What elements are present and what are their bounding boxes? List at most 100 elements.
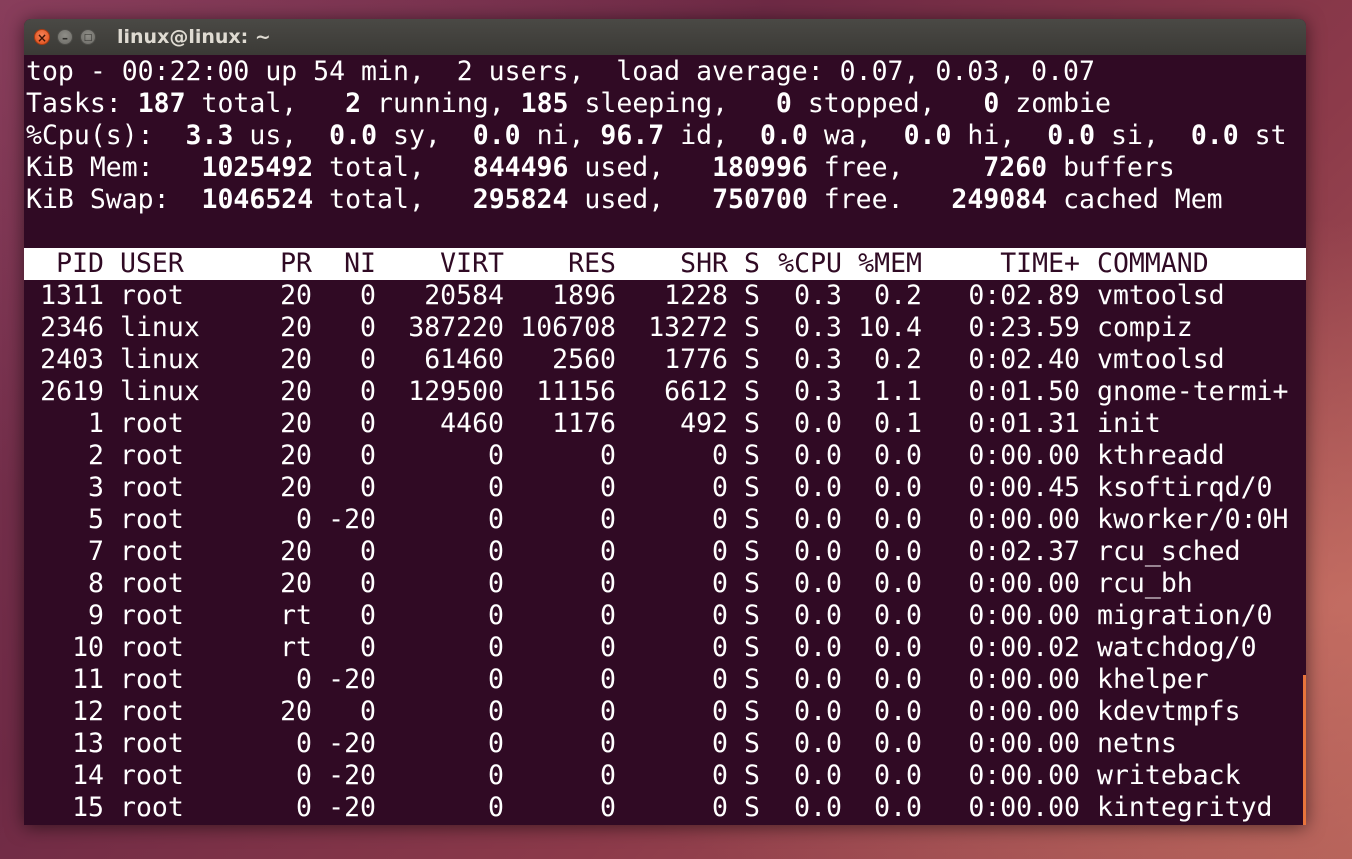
cell-cpu: 0.3 — [794, 344, 842, 375]
col-mem[interactable]: %MEM — [850, 248, 922, 280]
cell-ni: 0 — [360, 472, 376, 503]
cell-time: 0:00.02 — [968, 632, 1080, 663]
process-row[interactable]: 9 root rt 0 0 0 0 S 0.0 0.0 0:00.00 migration/0 — [24, 600, 1306, 632]
col-cpu[interactable]: %CPU — [772, 248, 842, 280]
cell-command: writeback — [1097, 760, 1241, 791]
process-row[interactable]: 10 root rt 0 0 0 0 S 0.0 0.0 0:00.02 watchdog/0 — [24, 632, 1306, 664]
cell-ni: -20 — [328, 664, 376, 695]
tasks-total: 187 — [137, 88, 186, 119]
terminal-content[interactable]: top - 00:22:00 up 54 min, 2 users, load … — [24, 55, 1306, 825]
cell-pr: 20 — [280, 536, 312, 567]
cell-ni: 0 — [360, 408, 376, 439]
cell-s: S — [744, 344, 760, 375]
cell-virt: 0 — [488, 568, 504, 599]
scrollbar-indicator[interactable] — [1303, 675, 1306, 825]
cell-pr: 20 — [280, 376, 312, 407]
process-row[interactable]: 8 root 20 0 0 0 0 S 0.0 0.0 0:00.00 rcu_bh — [24, 568, 1306, 600]
cell-ni: 0 — [360, 344, 376, 375]
tasks-zombie: 0 — [983, 88, 1000, 119]
process-row[interactable]: 2403 linux 20 0 61460 2560 1776 S 0.3 0.2 0:02.40 v… — [24, 344, 1306, 376]
cell-pid: 1311 — [40, 280, 104, 311]
cell-cpu: 0.3 — [794, 376, 842, 407]
cpu-sy: 0.0 — [329, 120, 378, 151]
cell-pid: 2346 — [40, 312, 104, 343]
process-row[interactable]: 1311 root 20 0 20584 1896 1228 S 0.3 0.2 0:02.89 vm… — [24, 280, 1306, 312]
cell-user: root — [120, 536, 184, 567]
col-s[interactable]: S — [744, 248, 764, 280]
maximize-icon[interactable]: □ — [80, 29, 96, 45]
cell-virt: 129500 — [408, 376, 504, 407]
cpu-sy-label: sy, — [377, 120, 473, 151]
tasks-label: Tasks: — [26, 88, 138, 119]
cell-time: 0:00.00 — [968, 440, 1080, 471]
cell-command: kdevtmpfs — [1097, 696, 1241, 727]
col-virt[interactable]: VIRT — [394, 248, 504, 280]
col-user[interactable]: USER — [120, 248, 250, 280]
cell-mem: 1.1 — [874, 376, 922, 407]
cell-s: S — [744, 696, 760, 727]
cpu-hi: 0.0 — [903, 120, 952, 151]
close-icon[interactable]: × — [34, 29, 50, 45]
process-row[interactable]: 3 root 20 0 0 0 0 S 0.0 0.0 0:00.45 ksoftirqd/0 — [24, 472, 1306, 504]
cell-virt: 0 — [488, 728, 504, 759]
cpu-id-label: id, — [664, 120, 760, 151]
col-time[interactable]: TIME+ — [954, 248, 1080, 280]
cell-pr: 0 — [296, 728, 312, 759]
cell-mem: 0.0 — [874, 600, 922, 631]
cell-pid: 11 — [72, 664, 104, 695]
process-table-header: PID USER PR NI VIRT RES SHR S %CPU %MEM … — [24, 248, 1306, 280]
cell-mem: 0.0 — [874, 536, 922, 567]
cpu-id: 96.7 — [600, 120, 665, 151]
cell-user: root — [120, 632, 184, 663]
mem-free-label: free, — [807, 152, 984, 183]
col-ni[interactable]: NI — [324, 248, 376, 280]
col-pid[interactable]: PID — [24, 248, 104, 280]
col-shr[interactable]: SHR — [620, 248, 728, 280]
process-row[interactable]: 5 root 0 -20 0 0 0 S 0.0 0.0 0:00.00 kworker/0:0H — [24, 504, 1306, 536]
cell-virt: 0 — [488, 472, 504, 503]
cell-time: 0:00.00 — [968, 728, 1080, 759]
cell-virt: 20584 — [424, 280, 504, 311]
tasks-running-label: running, — [361, 88, 521, 119]
cell-shr: 0 — [712, 472, 728, 503]
cell-mem: 0.0 — [874, 792, 922, 823]
cell-pr: 20 — [280, 440, 312, 471]
process-row[interactable]: 13 root 0 -20 0 0 0 S 0.0 0.0 0:00.00 netns — [24, 728, 1306, 760]
process-row[interactable]: 1 root 20 0 4460 1176 492 S 0.0 0.1 0:01.31 init — [24, 408, 1306, 440]
cell-s: S — [744, 792, 760, 823]
summary-tasks-line: Tasks: 187 total, 2 running, 185 sleepin… — [26, 88, 1111, 120]
col-command[interactable]: COMMAND — [1097, 248, 1297, 280]
process-row[interactable]: 2 root 20 0 0 0 0 S 0.0 0.0 0:00.00 kthreadd — [24, 440, 1306, 472]
process-row[interactable]: 15 root 0 -20 0 0 0 S 0.0 0.0 0:00.00 kintegrityd — [24, 792, 1306, 824]
cell-command: khelper — [1097, 664, 1209, 695]
col-pr[interactable]: PR — [264, 248, 312, 280]
process-row[interactable]: 7 root 20 0 0 0 0 S 0.0 0.0 0:02.37 rcu_sched — [24, 536, 1306, 568]
minimize-icon[interactable]: – — [57, 29, 73, 45]
cell-pr: 0 — [296, 792, 312, 823]
cell-pr: 0 — [296, 664, 312, 695]
process-row[interactable]: 11 root 0 -20 0 0 0 S 0.0 0.0 0:00.00 khelper — [24, 664, 1306, 696]
col-res[interactable]: RES — [506, 248, 616, 280]
cell-user: linux — [120, 376, 200, 407]
cell-user: root — [120, 472, 184, 503]
terminal-window[interactable]: × – □ linux@linux: ~ top - 00:22:00 up 5… — [24, 19, 1306, 825]
cell-time: 0:02.37 — [968, 536, 1080, 567]
cell-shr: 0 — [712, 696, 728, 727]
process-row[interactable]: 2619 linux 20 0 129500 11156 6612 S 0.3 1.1 0:01.5… — [24, 376, 1306, 408]
cell-pid: 14 — [72, 760, 104, 791]
cell-cpu: 0.0 — [794, 792, 842, 823]
cell-pid: 13 — [72, 728, 104, 759]
cell-pid: 15 — [72, 792, 104, 823]
cell-time: 0:01.50 — [968, 376, 1080, 407]
process-row[interactable]: 12 root 20 0 0 0 0 S 0.0 0.0 0:00.00 kdevtmpfs — [24, 696, 1306, 728]
process-row[interactable]: 2346 linux 20 0 387220 106708 13272 S 0.3 10.4 0:2… — [24, 312, 1306, 344]
title-bar[interactable]: × – □ linux@linux: ~ — [24, 19, 1306, 56]
cell-mem: 0.2 — [874, 344, 922, 375]
cell-pr: 20 — [280, 472, 312, 503]
cell-virt: 4460 — [440, 408, 504, 439]
cpu-us: 3.3 — [185, 120, 234, 151]
cell-res: 1896 — [552, 280, 616, 311]
cpu-ni-label: ni, — [520, 120, 601, 151]
process-row[interactable]: 14 root 0 -20 0 0 0 S 0.0 0.0 0:00.00 writeback — [24, 760, 1306, 792]
cell-command: kworker/0:0H — [1097, 504, 1289, 535]
